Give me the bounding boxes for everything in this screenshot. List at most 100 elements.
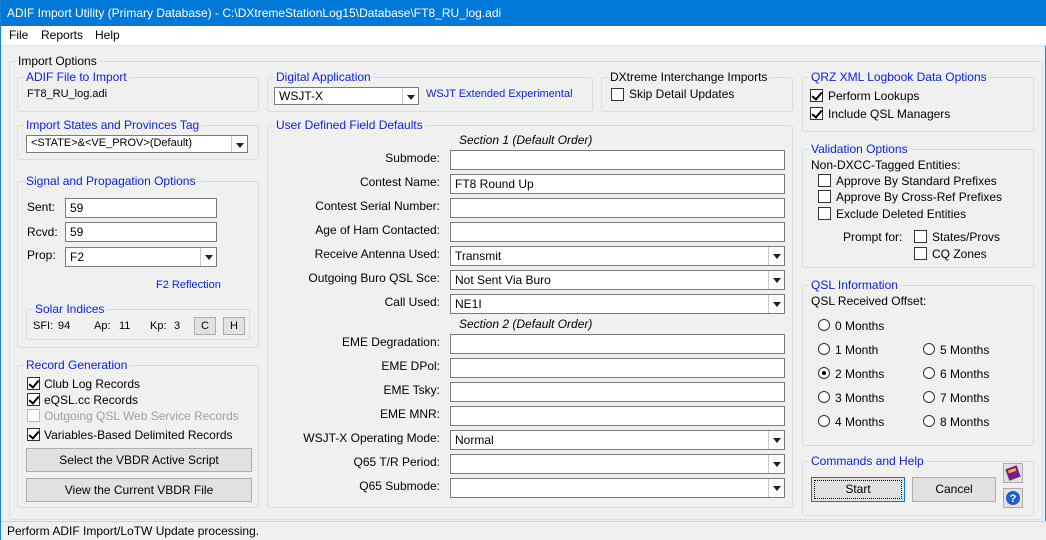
- prop-label: Prop:: [27, 248, 56, 262]
- udf-field-select[interactable]: NE1I: [450, 294, 785, 314]
- commands-legend: Commands and Help: [811, 454, 924, 468]
- qsl-offset-radio[interactable]: [923, 367, 935, 379]
- rcvd-label: Rcvd:: [27, 225, 58, 239]
- book-icon: [1005, 465, 1021, 481]
- udf-field-select[interactable]: Not Sent Via Buro: [450, 270, 785, 290]
- qsl-offset-radio[interactable]: [923, 343, 935, 355]
- udf-field-input[interactable]: [450, 406, 785, 426]
- chevron-down-icon: [768, 247, 784, 265]
- qsl-offset-label: 8 Months: [940, 415, 990, 429]
- perform-lookups-checkbox[interactable]: [810, 89, 823, 102]
- help-icon: ?: [1006, 491, 1020, 505]
- prompt-cq-zones-label: CQ Zones: [932, 247, 987, 261]
- qsl-offset-label: 4 Months: [835, 415, 885, 429]
- record-legend: Record Generation: [26, 358, 128, 372]
- prompt-states-checkbox[interactable]: [914, 230, 927, 243]
- udf-field-label: Q65 T/R Period:: [353, 455, 440, 469]
- udf-field-input[interactable]: [450, 382, 785, 402]
- record-checkbox: [27, 409, 40, 422]
- kp-label: Kp:: [150, 320, 167, 332]
- states-value: <STATE>&<VE_PROV>(Default): [31, 137, 192, 149]
- record-checkbox[interactable]: [27, 393, 40, 406]
- sfi-label: SFI:: [33, 320, 54, 332]
- udf-field-input[interactable]: FT8 Round Up: [450, 174, 785, 194]
- start-button[interactable]: Start: [811, 477, 905, 502]
- qrz-legend: QRZ XML Logbook Data Options: [811, 70, 987, 84]
- qsl-offset-radio[interactable]: [818, 343, 830, 355]
- solar-c-button[interactable]: C: [194, 317, 216, 335]
- skip-detail-checkbox[interactable]: [611, 88, 624, 101]
- prop-select[interactable]: F2: [65, 247, 217, 267]
- states-legend: Import States and Provinces Tag: [26, 118, 200, 132]
- help-button[interactable]: ?: [1003, 488, 1023, 508]
- udf-section-1: Section 1 (Default Order): [459, 133, 593, 147]
- digital-app-select[interactable]: WSJT-X: [274, 87, 419, 105]
- udf-field-label: EME Tsky:: [383, 383, 440, 397]
- record-label: Variables-Based Delimited Records: [44, 428, 233, 442]
- udf-field-select[interactable]: Normal: [450, 430, 785, 450]
- validation-checkbox[interactable]: [818, 190, 831, 203]
- udf-field-input[interactable]: [450, 222, 785, 242]
- record-checkbox[interactable]: [27, 428, 40, 441]
- menu-help[interactable]: Help: [95, 28, 120, 42]
- states-select[interactable]: <STATE>&<VE_PROV>(Default): [26, 135, 248, 153]
- udf-field-select[interactable]: [450, 454, 785, 474]
- validation-checkbox[interactable]: [818, 174, 831, 187]
- chevron-down-icon: [768, 455, 784, 473]
- qsl-offset-label: 1 Month: [835, 343, 879, 357]
- window-title: ADIF Import Utility (Primary Database) -…: [7, 6, 502, 20]
- import-options-legend: Import Options: [18, 54, 97, 68]
- include-qsl-managers-label: Include QSL Managers: [828, 107, 951, 121]
- cancel-button[interactable]: Cancel: [912, 477, 996, 502]
- record-checkbox[interactable]: [27, 377, 40, 390]
- udf-field-select[interactable]: Transmit: [450, 246, 785, 266]
- qsl-offset-radio[interactable]: [818, 391, 830, 403]
- udf-field-select[interactable]: [450, 478, 785, 498]
- qsl-offset-label: 7 Months: [940, 391, 990, 405]
- prop-description: F2 Reflection: [156, 279, 221, 291]
- include-qsl-managers-checkbox[interactable]: [810, 107, 823, 120]
- select-vbdr-script-button[interactable]: Select the VBDR Active Script: [26, 448, 252, 472]
- chevron-down-icon: [768, 431, 784, 449]
- rcvd-input[interactable]: 59: [65, 222, 217, 242]
- udf-field-input[interactable]: [450, 150, 785, 170]
- udf-field-label: EME Degradation:: [341, 335, 440, 349]
- qsl-offset-radio[interactable]: [818, 415, 830, 427]
- qsl-offset-label: 2 Months: [835, 367, 885, 381]
- udf-field-value: Transmit: [455, 249, 502, 263]
- digital-app-link[interactable]: WSJT Extended Experimental: [426, 88, 573, 100]
- ap-value: 11: [119, 320, 131, 332]
- adif-file-legend: ADIF File to Import: [26, 70, 127, 84]
- udf-field-input[interactable]: [450, 334, 785, 354]
- solar-legend: Solar Indices: [35, 302, 105, 316]
- view-vbdr-file-button[interactable]: View the Current VBDR File: [26, 478, 252, 502]
- qsl-offset-radio[interactable]: [818, 319, 830, 331]
- reference-book-button[interactable]: [1003, 463, 1023, 483]
- prompt-cq-zones-checkbox[interactable]: [914, 247, 927, 260]
- prompt-states-label: States/Provs: [932, 230, 1001, 244]
- validation-checkbox[interactable]: [818, 207, 831, 220]
- menu-reports[interactable]: Reports: [41, 28, 83, 42]
- solar-h-button[interactable]: H: [223, 317, 245, 335]
- validation-label: Exclude Deleted Entities: [836, 207, 967, 221]
- menu-file[interactable]: File: [9, 28, 28, 42]
- adif-filename: FT8_RU_log.adi: [27, 88, 108, 100]
- qsl-offset-label: 5 Months: [940, 343, 990, 357]
- qsl-offset-radio[interactable]: [923, 391, 935, 403]
- prompt-for-label: Prompt for:: [843, 230, 903, 244]
- qsl-offset-label: 6 Months: [940, 367, 990, 381]
- menu-bar: File Reports Help: [1, 26, 1046, 46]
- udf-field-label: EME MNR:: [380, 407, 440, 421]
- udf-legend: User Defined Field Defaults: [276, 118, 423, 132]
- chevron-down-icon: [231, 136, 247, 152]
- qsl-offset-radio[interactable]: [818, 367, 830, 379]
- perform-lookups-label: Perform Lookups: [828, 89, 920, 103]
- digital-app-legend: Digital Application: [276, 70, 371, 84]
- udf-field-input[interactable]: [450, 198, 785, 218]
- qsl-offset-radio[interactable]: [923, 415, 935, 427]
- udf-field-input[interactable]: [450, 358, 785, 378]
- sent-input[interactable]: 59: [65, 198, 217, 218]
- udf-field-label: Q65 Submode:: [359, 479, 440, 493]
- qsl-subtitle: QSL Received Offset:: [811, 294, 927, 308]
- validation-legend: Validation Options: [811, 142, 908, 156]
